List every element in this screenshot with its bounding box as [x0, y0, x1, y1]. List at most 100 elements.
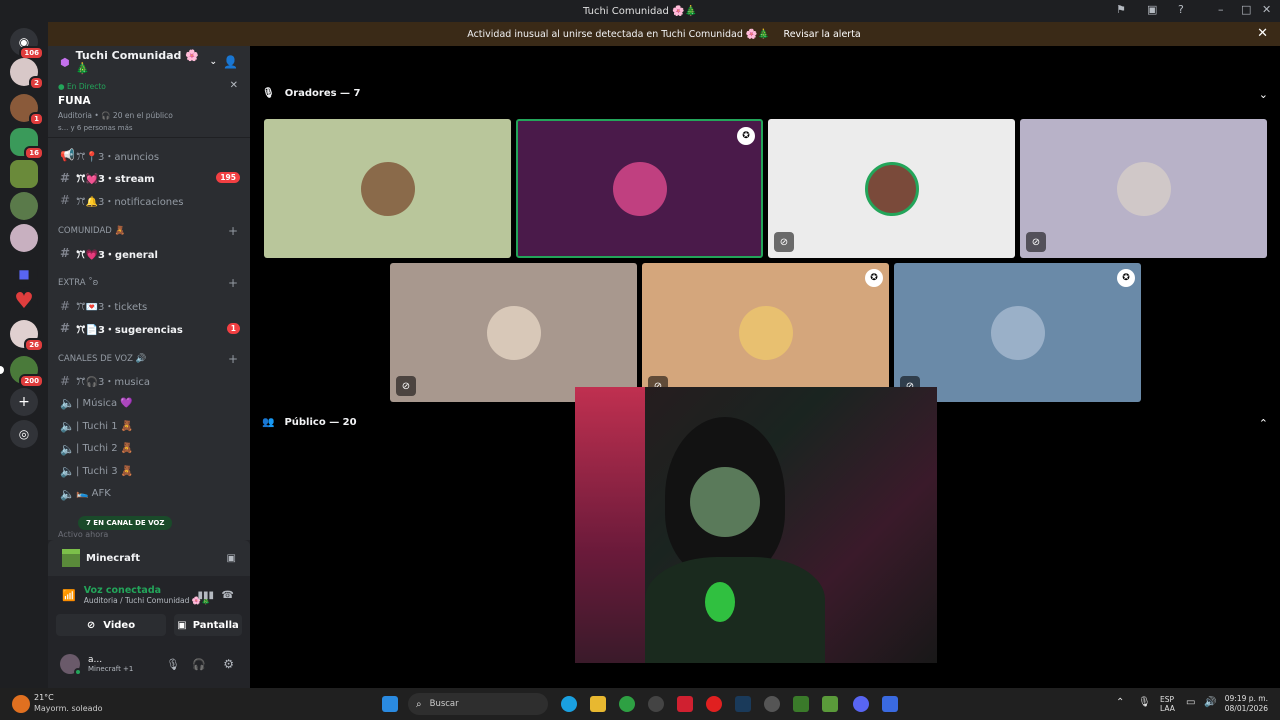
- server-icon[interactable]: 16: [10, 128, 44, 160]
- speaker-tile[interactable]: ✪: [516, 119, 763, 258]
- language-indicator[interactable]: ESP LAA: [1160, 695, 1175, 713]
- chevron-up-icon[interactable]: ⌃: [1116, 697, 1124, 708]
- file-explorer-icon[interactable]: [590, 696, 606, 712]
- stage-live-card[interactable]: ● En Directo ✕ FUNA Auditoria • 🎧 20 en …: [48, 78, 250, 138]
- folder-icon[interactable]: ■: [10, 260, 38, 288]
- volume-icon[interactable]: 🔊: [1204, 697, 1216, 708]
- clock-time: 09:19 p. m.: [1224, 694, 1268, 703]
- discord-icon[interactable]: [853, 696, 869, 712]
- add-channel-icon[interactable]: +: [228, 276, 238, 290]
- gear-icon[interactable]: ⚙: [223, 657, 234, 671]
- add-channel-icon[interactable]: +: [228, 224, 238, 238]
- edge-icon[interactable]: [561, 696, 577, 712]
- close-icon[interactable]: ✕: [230, 80, 238, 91]
- voice-channel-musica[interactable]: 🔈 | Música 💜: [48, 392, 250, 415]
- minecraft-launcher-icon[interactable]: [793, 696, 809, 712]
- noise-suppression-icon[interactable]: ▮▮▮: [197, 590, 214, 601]
- add-server-icon[interactable]: +: [10, 388, 38, 416]
- channel-label: ꔫ💓3・stream: [76, 174, 155, 186]
- category-extra[interactable]: EXTRA ˚ʚ +: [48, 272, 250, 294]
- channel-anuncios[interactable]: 📢 ꔫ📍3・anuncios: [48, 144, 250, 167]
- server-icon[interactable]: [10, 160, 38, 188]
- channel-stream[interactable]: # ꔫ💓3・stream 195: [48, 167, 250, 190]
- search-box[interactable]: ⌕ Buscar: [408, 693, 548, 715]
- minimize-icon[interactable]: –: [1218, 3, 1224, 16]
- add-channel-icon[interactable]: +: [228, 352, 238, 366]
- close-window-icon[interactable]: ✕: [1262, 3, 1271, 16]
- alert-bar: Actividad inusual al unirse detectada en…: [48, 22, 1280, 46]
- stream-game-icon[interactable]: ▣: [227, 553, 236, 564]
- app-icon[interactable]: [882, 696, 898, 712]
- opera-icon[interactable]: [706, 696, 722, 712]
- server-icon[interactable]: 26: [10, 320, 44, 352]
- alert-close-icon[interactable]: ✕: [1257, 26, 1268, 41]
- channel-sugerencias[interactable]: # ꔫ📄3・sugerencias 1: [48, 317, 250, 340]
- heart-server-icon[interactable]: ♥: [10, 288, 38, 316]
- home-button[interactable]: ◉ 106: [10, 28, 44, 60]
- server-icon[interactable]: 200: [0, 356, 44, 388]
- discover-icon[interactable]: ◎: [10, 420, 38, 448]
- weather-desc[interactable]: Mayorm. soleado: [34, 704, 103, 713]
- server-icon[interactable]: [10, 224, 38, 252]
- taskbar: 21°C Mayorm. soleado ⌕ Buscar ⌃ 🎙 ESP LA…: [0, 688, 1280, 720]
- disconnect-icon[interactable]: ☎: [222, 590, 234, 601]
- channel-tickets[interactable]: # ꔫ💌3・tickets: [48, 294, 250, 317]
- video-label: Video: [103, 619, 136, 631]
- video-button[interactable]: ⊘ Video: [56, 614, 166, 636]
- speaker-tile[interactable]: [264, 119, 511, 258]
- review-alert-button[interactable]: Revisar la alerta: [784, 29, 861, 40]
- server-icon[interactable]: [10, 192, 38, 220]
- invite-icon[interactable]: 👤: [223, 55, 238, 69]
- minecraft-icon[interactable]: [822, 696, 838, 712]
- screen-icon[interactable]: ▣: [1147, 3, 1157, 16]
- chevron-down-icon[interactable]: ⌄: [1259, 88, 1268, 101]
- microphone-icon[interactable]: 🎙: [1138, 697, 1151, 708]
- voice-channel-tuchi1[interactable]: 🔈 | Tuchi 1 🧸: [48, 415, 250, 438]
- server-name: Tuchi Comunidad 🌸🎄: [75, 49, 199, 75]
- language-code: ESP: [1160, 695, 1175, 704]
- voice-status-subtitle[interactable]: Auditoria / Tuchi Comunidad 🌸🎄: [84, 596, 211, 605]
- voice-status-title[interactable]: Voz conectada: [84, 585, 211, 596]
- game-activity[interactable]: Minecraft ▣: [48, 540, 250, 576]
- inbox-icon[interactable]: ⚑: [1116, 3, 1126, 16]
- settings-icon[interactable]: [764, 696, 780, 712]
- network-icon[interactable]: ▭: [1186, 697, 1195, 708]
- category-comunidad[interactable]: COMUNIDAD 🧸 +: [48, 220, 250, 242]
- headphones-icon[interactable]: 🎧: [192, 658, 206, 671]
- chevron-up-icon[interactable]: ⌃: [1259, 417, 1268, 430]
- speaker-tile[interactable]: ⊘: [390, 263, 637, 402]
- weather-temp[interactable]: 21°C: [34, 693, 54, 702]
- server-badge: 200: [19, 374, 44, 388]
- voice-status: 📶 Voz conectada Auditoria / Tuchi Comuni…: [48, 580, 250, 610]
- category-voice[interactable]: CANALES DE VOZ 🔊 +: [48, 348, 250, 370]
- microphone-icon[interactable]: 🎙: [166, 658, 180, 671]
- user-area[interactable]: a... Minecraft +1 🎙 🎧 ⚙: [48, 644, 250, 684]
- channel-musica[interactable]: # ꔫ🎧3・musica: [48, 370, 250, 393]
- steam-icon[interactable]: [735, 696, 751, 712]
- voice-channel-tuchi3[interactable]: 🔈 | Tuchi 3 🧸: [48, 460, 250, 483]
- channel-general[interactable]: # ꔫ💗3・general: [48, 242, 250, 265]
- speakers-header: 🎙 Oradores — 7: [262, 88, 361, 99]
- voice-channel-tuchi2[interactable]: 🔈 | Tuchi 2 🧸: [48, 437, 250, 460]
- github-icon[interactable]: [648, 696, 664, 712]
- activity-label: Activo ahora: [58, 530, 109, 539]
- help-icon[interactable]: ?: [1178, 3, 1184, 16]
- voice-count-pill[interactable]: 7 EN CANAL DE VOZ: [78, 516, 173, 530]
- screen-share-button[interactable]: ▣ Pantalla: [174, 614, 242, 636]
- app-icon[interactable]: [677, 696, 693, 712]
- speaker-tile[interactable]: ⊘: [1020, 119, 1267, 258]
- start-icon[interactable]: [382, 696, 398, 712]
- maximize-icon[interactable]: □: [1241, 3, 1251, 16]
- speaker-tile[interactable]: ✪ ⊘: [642, 263, 889, 402]
- channel-notificaciones[interactable]: # ꔫ🔔3・notificaciones: [48, 189, 250, 212]
- clock[interactable]: 09:19 p. m. 08/01/2026: [1225, 694, 1268, 714]
- server-icon[interactable]: 2: [10, 58, 44, 90]
- server-header[interactable]: ⬢ Tuchi Comunidad 🌸🎄 ⌄ 👤: [48, 46, 250, 78]
- voice-channel-afk[interactable]: 🔈 🛌 AFK: [48, 483, 250, 506]
- search-icon: ⌕: [416, 698, 422, 710]
- speaker-tile[interactable]: ⊘: [768, 119, 1015, 258]
- chrome-icon[interactable]: [619, 696, 635, 712]
- server-icon[interactable]: 1: [10, 94, 44, 126]
- speaker-tile[interactable]: ✪ ⊘: [894, 263, 1141, 402]
- minecraft-icon: [62, 549, 80, 567]
